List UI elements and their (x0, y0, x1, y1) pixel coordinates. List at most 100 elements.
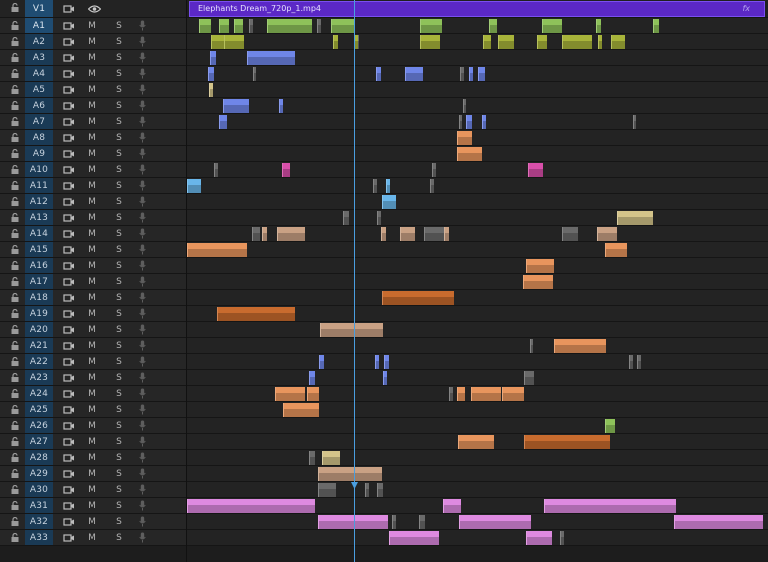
track-label[interactable]: A15 (25, 242, 53, 257)
audio-clip[interactable] (444, 227, 449, 241)
mute-button[interactable]: M (84, 18, 100, 33)
sync-lock-icon[interactable] (60, 274, 78, 289)
audio-clip[interactable] (309, 451, 315, 465)
sync-lock-icon[interactable] (60, 194, 78, 209)
audio-clip[interactable] (420, 35, 440, 49)
lock-icon[interactable] (8, 242, 22, 257)
mute-button[interactable]: M (84, 466, 100, 481)
solo-button[interactable]: S (111, 242, 127, 257)
audio-clip[interactable] (637, 355, 641, 369)
mute-button[interactable]: M (84, 130, 100, 145)
microphone-icon[interactable] (134, 162, 150, 177)
audio-clip[interactable] (457, 131, 472, 145)
mute-button[interactable]: M (84, 146, 100, 161)
track-label[interactable]: A17 (25, 274, 53, 289)
audio-clip[interactable] (526, 259, 554, 273)
audio-clip[interactable] (443, 499, 461, 513)
audio-clip[interactable] (282, 163, 290, 177)
microphone-icon[interactable] (134, 178, 150, 193)
microphone-icon[interactable] (134, 482, 150, 497)
mute-button[interactable]: M (84, 82, 100, 97)
audio-clip[interactable] (523, 275, 553, 289)
audio-clip[interactable] (307, 387, 319, 401)
track-label[interactable]: A11 (25, 178, 53, 193)
track-label[interactable]: A6 (25, 98, 53, 113)
sync-lock-icon[interactable] (60, 482, 78, 497)
audio-clip[interactable] (217, 307, 295, 321)
lock-icon[interactable] (8, 50, 22, 65)
solo-button[interactable]: S (111, 322, 127, 337)
solo-button[interactable]: S (111, 178, 127, 193)
audio-clip[interactable] (381, 227, 386, 241)
mute-button[interactable]: M (84, 370, 100, 385)
audio-clip[interactable] (597, 227, 617, 241)
sync-lock-icon[interactable] (60, 514, 78, 529)
microphone-icon[interactable] (134, 66, 150, 81)
audio-clip[interactable] (343, 211, 349, 225)
solo-button[interactable]: S (111, 114, 127, 129)
audio-clip[interactable] (633, 115, 636, 129)
microphone-icon[interactable] (134, 530, 150, 545)
microphone-icon[interactable] (134, 146, 150, 161)
lock-icon[interactable] (8, 466, 22, 481)
audio-clip[interactable] (419, 515, 425, 529)
track-label[interactable]: A28 (25, 450, 53, 465)
audio-clip[interactable] (457, 147, 482, 161)
sync-lock-icon[interactable] (60, 434, 78, 449)
audio-clip[interactable] (333, 35, 338, 49)
audio-clip[interactable] (365, 483, 369, 497)
sync-lock-icon[interactable] (60, 322, 78, 337)
microphone-icon[interactable] (134, 434, 150, 449)
microphone-icon[interactable] (134, 322, 150, 337)
solo-button[interactable]: S (111, 434, 127, 449)
audio-clip[interactable] (247, 51, 295, 65)
lock-icon[interactable] (8, 194, 22, 209)
microphone-icon[interactable] (134, 370, 150, 385)
audio-clip[interactable] (562, 227, 578, 241)
solo-button[interactable]: S (111, 162, 127, 177)
solo-button[interactable]: S (111, 210, 127, 225)
audio-clip[interactable] (386, 179, 390, 193)
solo-button[interactable]: S (111, 290, 127, 305)
lock-icon[interactable] (8, 514, 22, 529)
audio-clip[interactable] (262, 227, 267, 241)
track-label[interactable]: A7 (25, 114, 53, 129)
audio-clip[interactable] (459, 515, 531, 529)
solo-button[interactable]: S (111, 258, 127, 273)
solo-button[interactable]: S (111, 450, 127, 465)
solo-button[interactable]: S (111, 498, 127, 513)
audio-clip[interactable] (377, 483, 383, 497)
track-label[interactable]: A3 (25, 50, 53, 65)
audio-clip[interactable] (317, 19, 321, 33)
audio-clip[interactable] (208, 67, 214, 81)
solo-button[interactable]: S (111, 482, 127, 497)
sync-lock-icon[interactable] (60, 498, 78, 513)
audio-clip[interactable] (460, 67, 464, 81)
audio-clip[interactable] (537, 35, 547, 49)
audio-clip[interactable] (674, 515, 763, 529)
lock-icon[interactable] (8, 162, 22, 177)
audio-clip[interactable] (483, 35, 491, 49)
audio-clip[interactable] (249, 19, 253, 33)
audio-clip[interactable] (382, 195, 396, 209)
sync-lock-icon[interactable] (60, 386, 78, 401)
mute-button[interactable]: M (84, 274, 100, 289)
audio-clip[interactable] (562, 35, 592, 49)
audio-clip[interactable] (375, 355, 379, 369)
audio-clip[interactable] (482, 115, 486, 129)
sync-lock-icon[interactable] (60, 290, 78, 305)
solo-button[interactable]: S (111, 530, 127, 545)
solo-button[interactable]: S (111, 514, 127, 529)
mute-button[interactable]: M (84, 242, 100, 257)
mute-button[interactable]: M (84, 98, 100, 113)
microphone-icon[interactable] (134, 130, 150, 145)
audio-clip[interactable] (383, 371, 387, 385)
lock-icon[interactable] (8, 482, 22, 497)
solo-button[interactable]: S (111, 370, 127, 385)
microphone-icon[interactable] (134, 466, 150, 481)
sync-lock-icon[interactable] (60, 18, 78, 33)
sync-lock-icon[interactable] (60, 50, 78, 65)
microphone-icon[interactable] (134, 82, 150, 97)
lock-icon[interactable] (8, 274, 22, 289)
audio-clip[interactable] (528, 163, 543, 177)
